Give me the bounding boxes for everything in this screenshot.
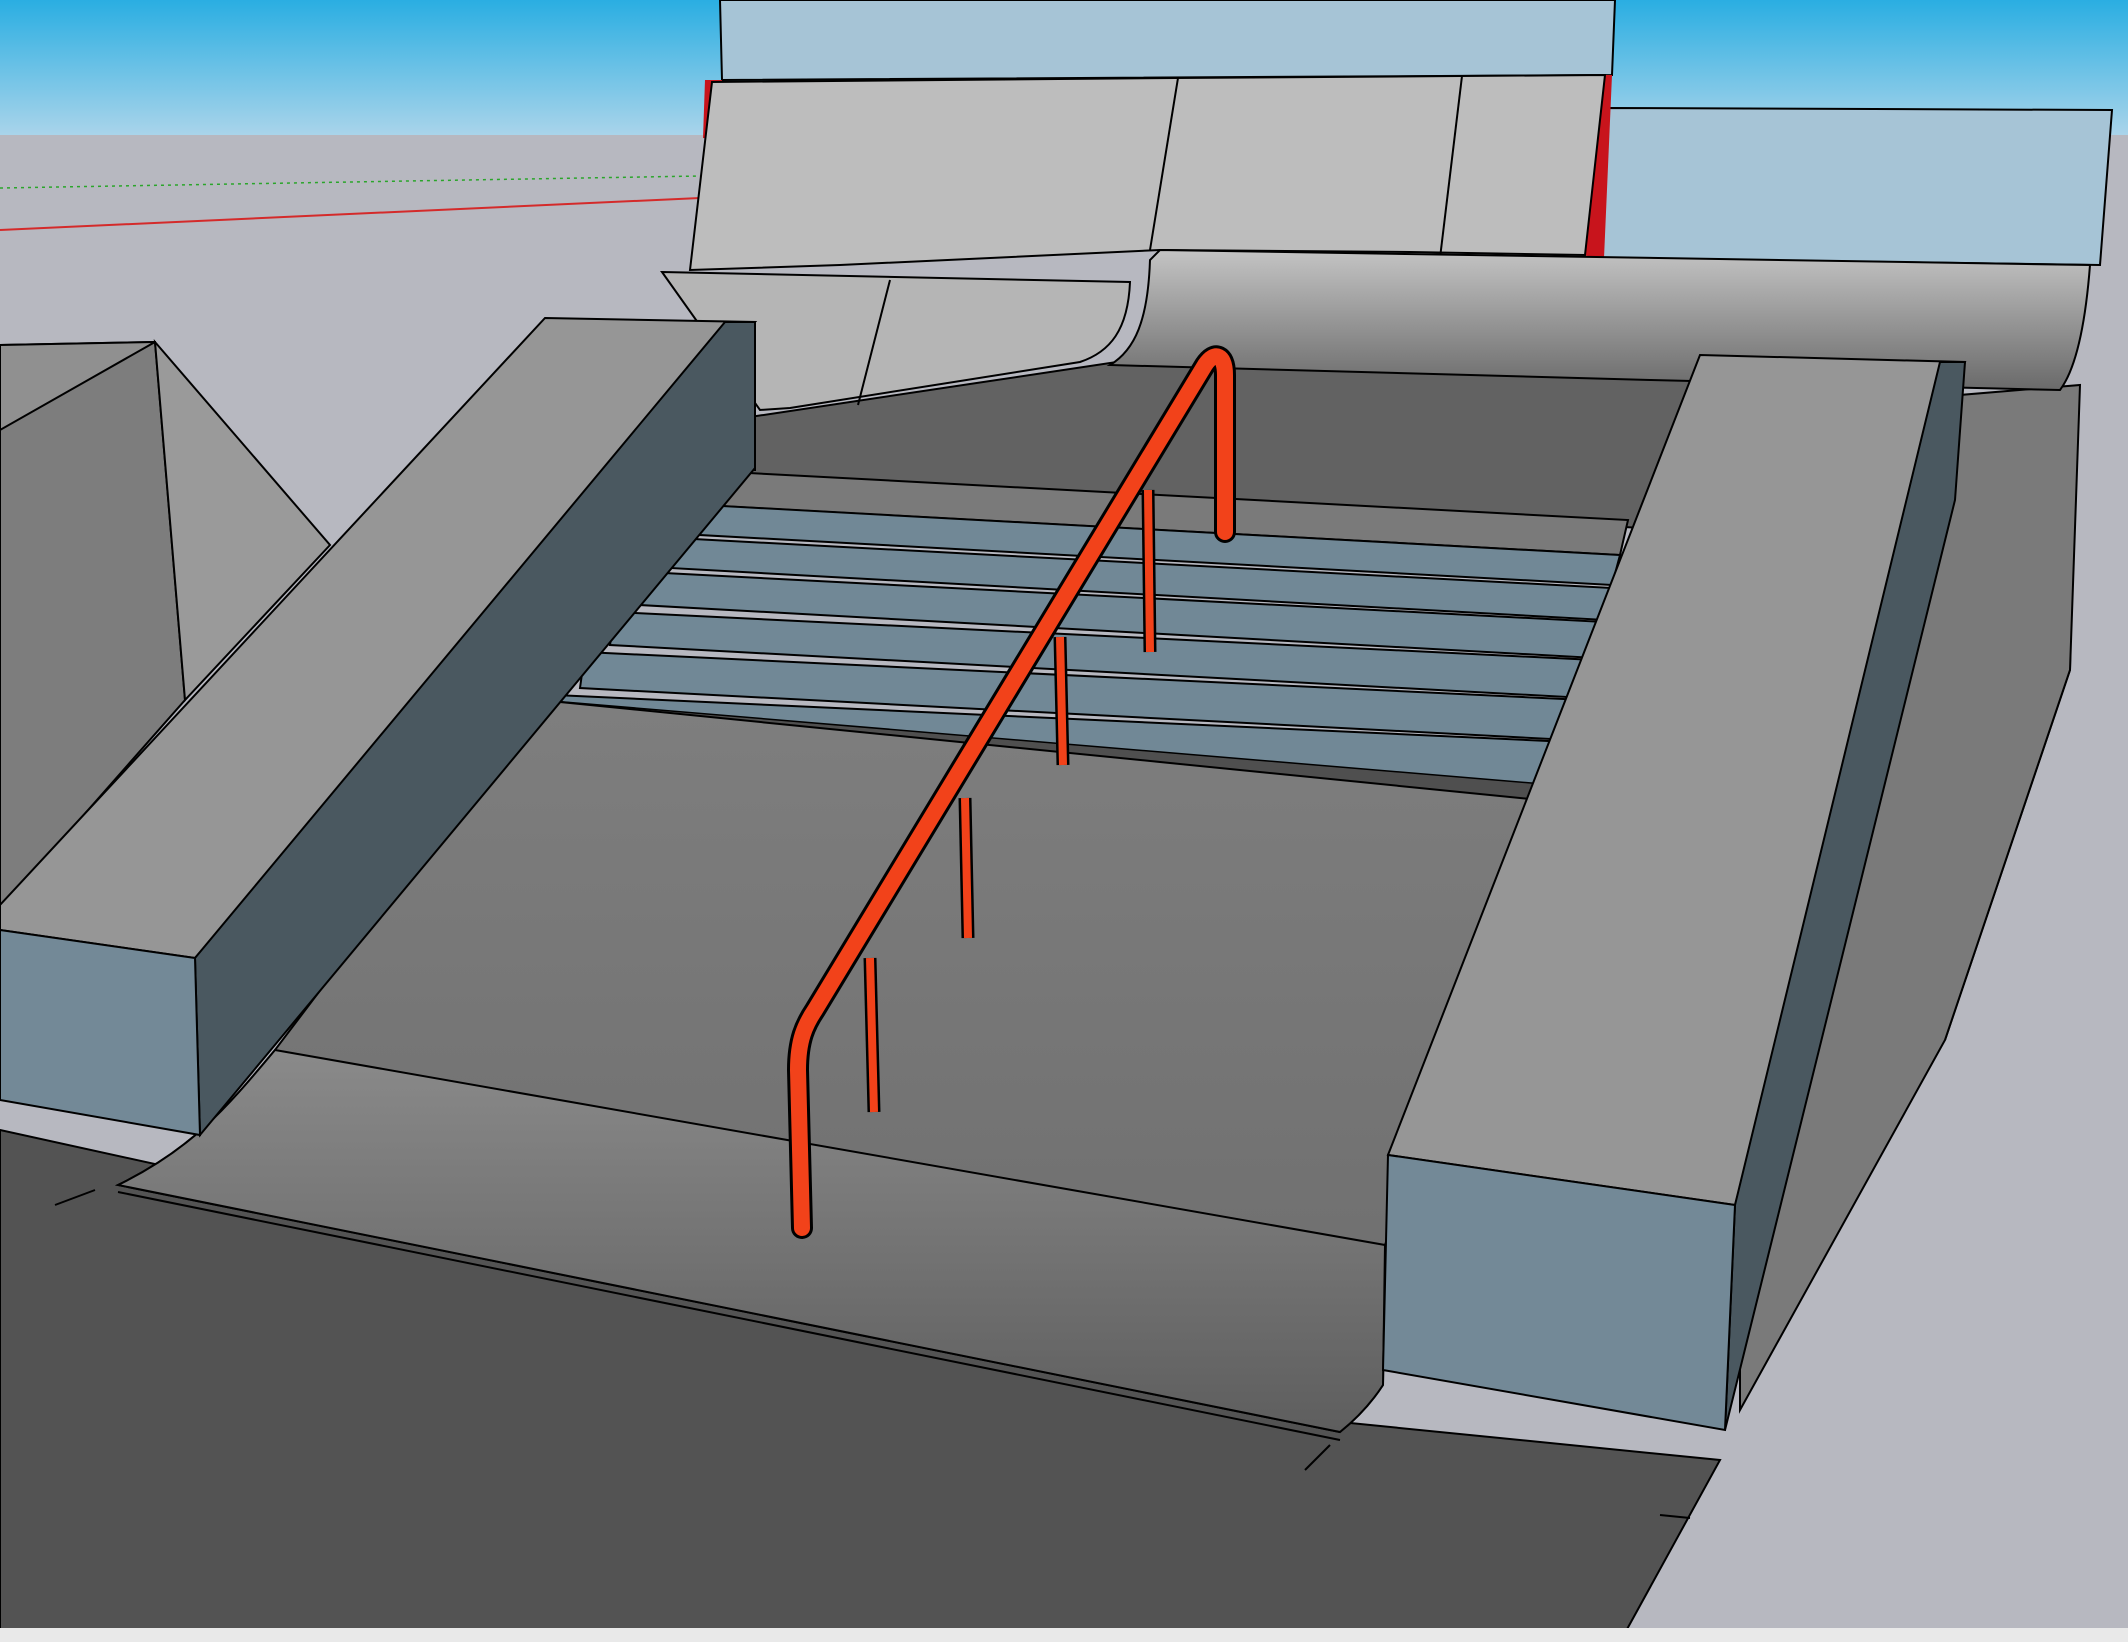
3d-viewport[interactable] [0, 0, 2128, 1642]
viewport-bottom-border [0, 1628, 2128, 1642]
back-wall-panel [718, 0, 1617, 82]
quarter-pipe-upper [688, 73, 1607, 272]
back-wall-panel-right [1598, 106, 2114, 267]
skatepark-model-scene[interactable] [0, 0, 2128, 1642]
